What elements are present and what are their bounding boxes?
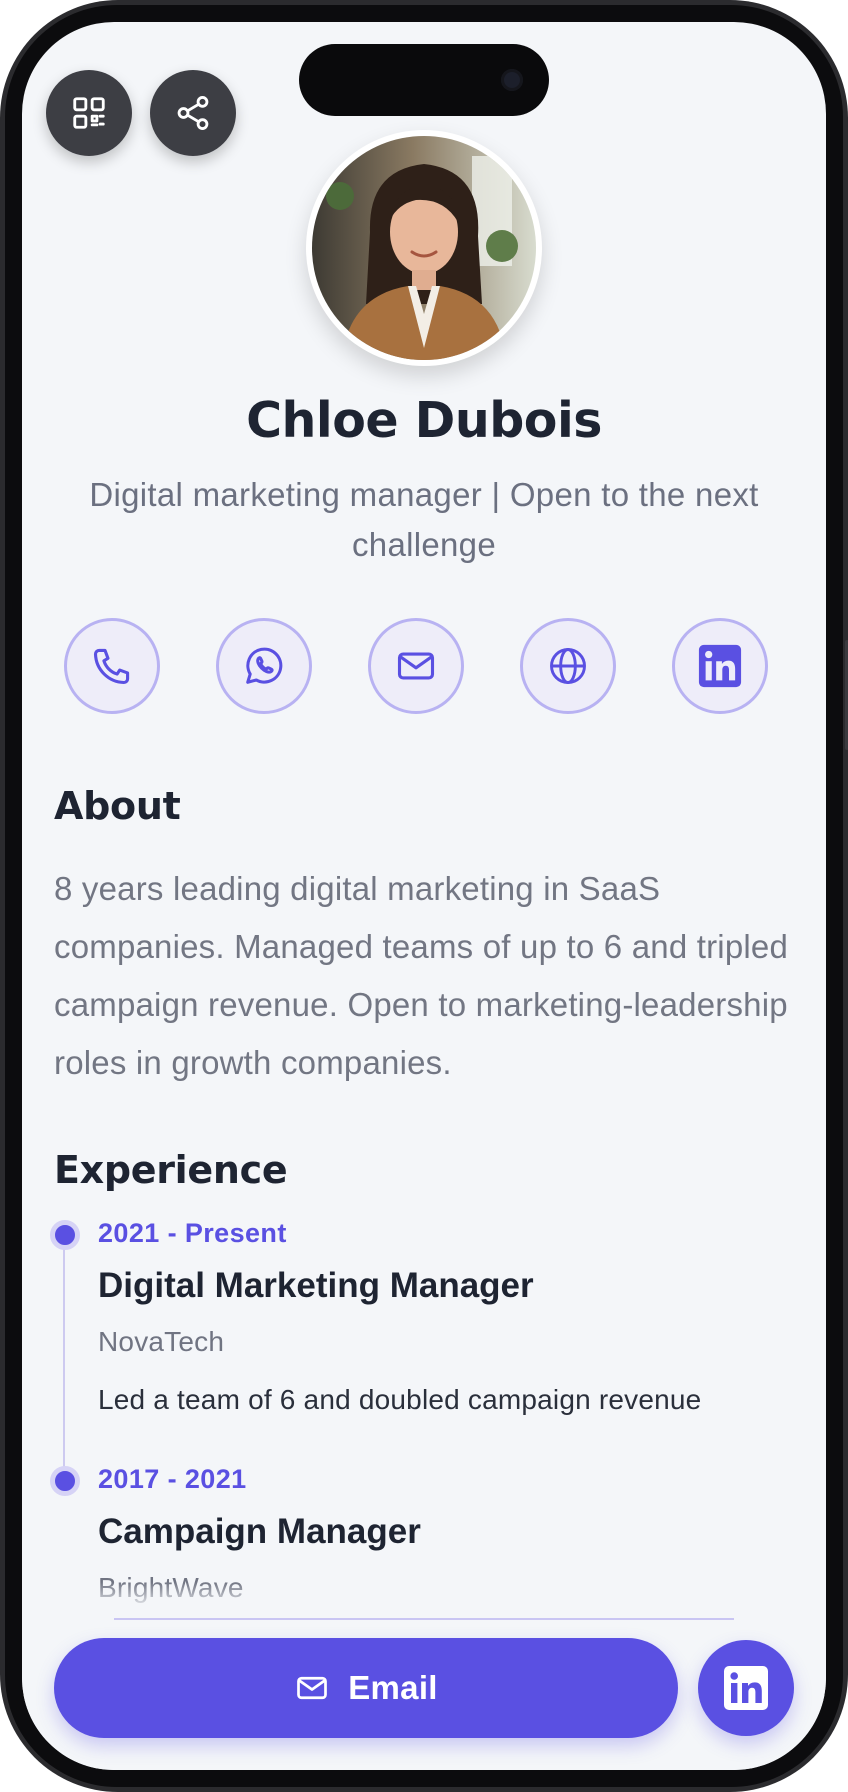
share-button[interactable] [150,70,236,156]
email-contact-button[interactable] [368,618,464,714]
email-button-label: Email [348,1669,438,1706]
profile-name: Chloe Dubois [246,392,602,449]
experience-description: Led a team of 6 and doubled campaign rev… [98,1384,702,1415]
qr-code-icon [73,97,105,129]
profile-photo [312,136,536,360]
avatar [306,130,542,366]
phone-icon [93,648,130,685]
screen: Chloe Dubois Digital marketing manager |… [22,22,826,1770]
qr-code-button[interactable] [46,70,132,156]
linkedin-contact-button[interactable] [672,618,768,714]
phone-frame: Chloe Dubois Digital marketing manager |… [0,0,848,1792]
experience-company: NovaTech [98,1326,225,1357]
about-text: 8 years leading digital marketing in Saa… [54,870,789,1081]
phone-button[interactable] [64,618,160,714]
linkedin-icon [698,644,742,688]
timeline-dot [50,1466,80,1496]
linkedin-icon [724,1666,768,1710]
experience-heading: Experience [54,1148,288,1192]
profile-tagline: Digital marketing manager | Open to the … [89,476,759,563]
globe-icon [550,648,586,684]
camera-icon [501,69,523,91]
mail-icon [397,652,435,680]
experience-period: 2021 - Present [98,1218,287,1248]
website-button[interactable] [520,618,616,714]
experience-role: Digital Marketing Manager [98,1266,534,1305]
dynamic-island [299,44,549,116]
timeline-line [63,1240,65,1486]
experience-period: 2017 - 2021 [98,1464,247,1494]
linkedin-button[interactable] [698,1640,794,1736]
mail-icon [297,1676,328,1700]
timeline-dot [50,1220,80,1250]
whatsapp-button[interactable] [216,618,312,714]
experience-role: Campaign Manager [98,1512,421,1551]
email-button[interactable]: Email [54,1638,678,1738]
about-heading: About [54,784,181,828]
divider [114,1618,734,1620]
share-icon [177,96,209,130]
whatsapp-icon [246,647,283,684]
